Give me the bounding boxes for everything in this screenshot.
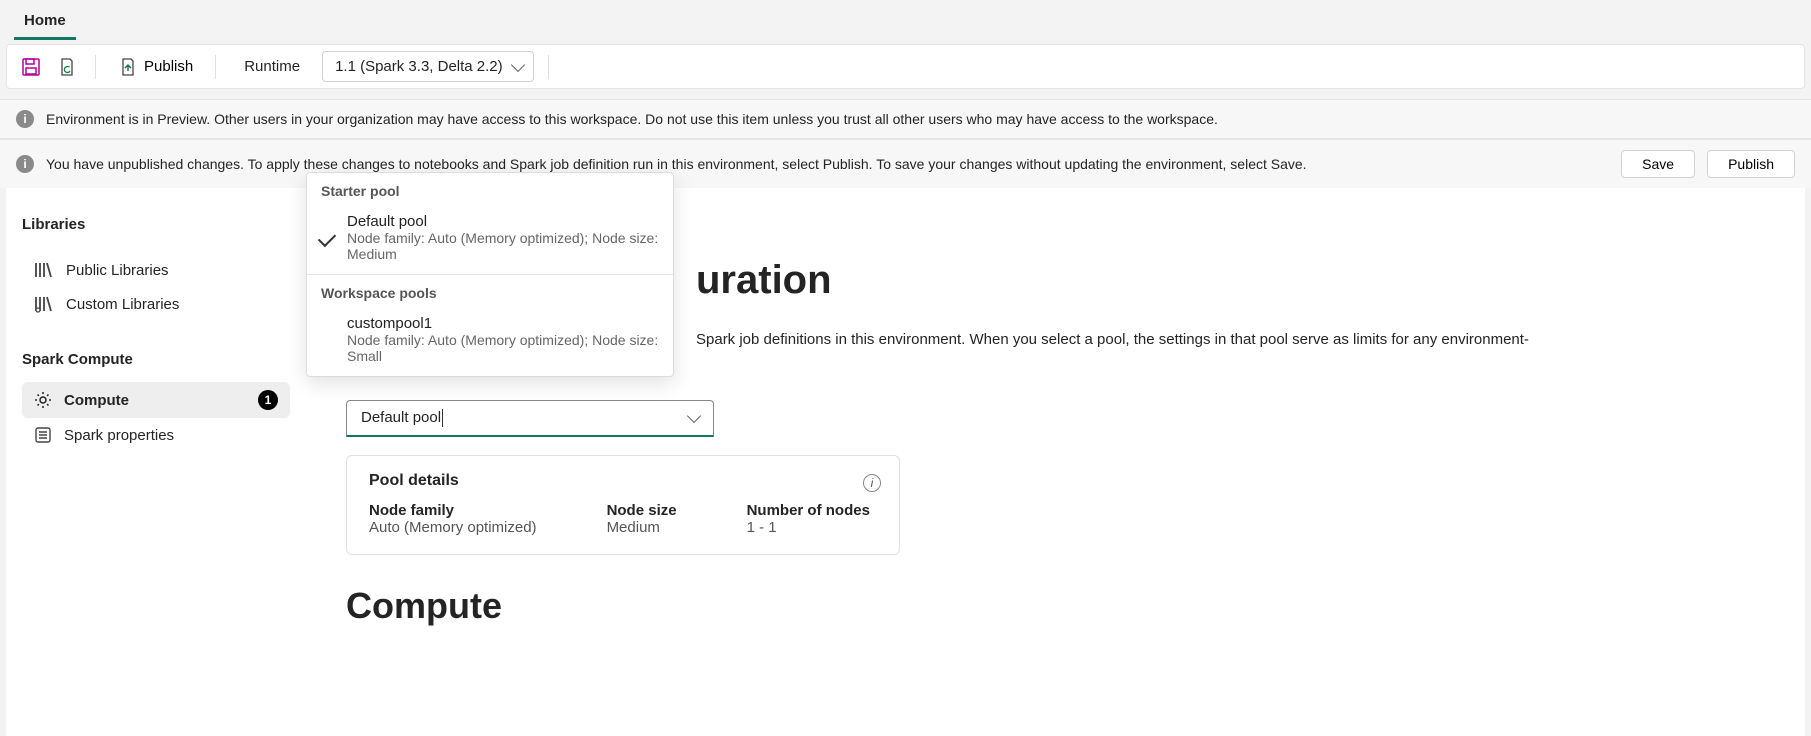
preview-banner: i Environment is in Preview. Other users…	[0, 99, 1811, 139]
dropdown-item-default-pool[interactable]: Default pool Node family: Auto (Memory o…	[307, 205, 673, 274]
runtime-selected-value: 1.1 (Spark 3.3, Delta 2.2)	[335, 58, 503, 75]
page-description: Spark job definitions in this environmen…	[696, 329, 1765, 350]
publish-label: Publish	[144, 58, 193, 75]
dropdown-group-starter: Starter pool	[307, 173, 673, 205]
pool-select-value: Default pool	[361, 409, 441, 426]
check-icon	[318, 229, 336, 247]
dropdown-group-workspace: Workspace pools	[307, 275, 673, 307]
dropdown-item-name: Default pool	[347, 213, 659, 230]
sidebar-heading-libraries: Libraries	[22, 216, 290, 233]
sidebar-item-label: Spark properties	[64, 427, 174, 444]
public-libraries-icon	[34, 261, 54, 279]
detail-node-size: Node size Medium	[607, 502, 677, 536]
publish-toolbar-button[interactable]: Publish	[110, 53, 201, 81]
dropdown-item-custompool1[interactable]: custompool1 Node family: Auto (Memory op…	[307, 307, 673, 376]
sidebar-item-label: Custom Libraries	[66, 296, 179, 313]
tab-home[interactable]: Home	[14, 6, 76, 40]
refresh-doc-button[interactable]	[53, 53, 81, 81]
sidebar-item-label: Compute	[64, 392, 129, 409]
custom-libraries-icon	[34, 295, 54, 313]
pool-dropdown: Starter pool Default pool Node family: A…	[306, 172, 674, 377]
document-refresh-icon	[57, 57, 77, 77]
runtime-label: Runtime	[230, 54, 314, 79]
detail-value: 1 - 1	[747, 519, 870, 536]
detail-node-family: Node family Auto (Memory optimized)	[369, 502, 537, 536]
dropdown-item-name: custompool1	[347, 315, 659, 332]
detail-key: Number of nodes	[747, 502, 870, 519]
sidebar: Libraries Public Libraries Custom Librar…	[6, 188, 306, 736]
runtime-select[interactable]: 1.1 (Spark 3.3, Delta 2.2)	[322, 51, 534, 82]
tab-bar: Home	[0, 0, 1811, 40]
detail-key: Node size	[607, 502, 677, 519]
dropdown-item-sub: Node family: Auto (Memory optimized); No…	[347, 230, 659, 262]
save-icon-button[interactable]	[17, 53, 45, 81]
detail-key: Node family	[369, 502, 537, 519]
publish-button[interactable]: Publish	[1707, 150, 1795, 178]
info-icon: i	[16, 110, 34, 128]
publish-icon	[118, 57, 138, 77]
sidebar-heading-spark-compute: Spark Compute	[22, 351, 290, 368]
page-title: uration	[696, 258, 1765, 303]
preview-banner-text: Environment is in Preview. Other users i…	[46, 111, 1218, 127]
gear-icon	[34, 391, 52, 409]
pool-details-heading: Pool details	[369, 472, 877, 490]
info-icon: i	[16, 155, 34, 173]
properties-icon	[34, 426, 52, 444]
sidebar-item-label: Public Libraries	[66, 262, 169, 279]
dropdown-item-sub: Node family: Auto (Memory optimized); No…	[347, 332, 659, 364]
detail-value: Auto (Memory optimized)	[369, 519, 537, 536]
body: Libraries Public Libraries Custom Librar…	[6, 188, 1805, 736]
save-button[interactable]: Save	[1621, 150, 1695, 178]
detail-num-nodes: Number of nodes 1 - 1	[747, 502, 870, 536]
detail-value: Medium	[607, 519, 677, 536]
toolbar: Publish Runtime 1.1 (Spark 3.3, Delta 2.…	[6, 44, 1805, 89]
unpublished-banner-text: You have unpublished changes. To apply t…	[46, 156, 1307, 172]
sidebar-item-custom-libraries[interactable]: Custom Libraries	[22, 287, 290, 321]
pool-details-card: i Pool details Node family Auto (Memory …	[346, 455, 900, 555]
divider	[215, 55, 216, 79]
text-cursor	[442, 409, 443, 427]
environment-pool-select[interactable]: Default pool	[346, 400, 714, 437]
unpublished-banner: i You have unpublished changes. To apply…	[0, 139, 1811, 188]
compute-badge: 1	[258, 390, 278, 410]
floppy-icon	[21, 57, 41, 77]
divider	[548, 55, 549, 79]
sidebar-item-spark-properties[interactable]: Spark properties	[22, 418, 290, 452]
main-content: Starter pool Default pool Node family: A…	[306, 188, 1805, 736]
divider	[95, 55, 96, 79]
info-icon[interactable]: i	[863, 474, 881, 492]
compute-section-heading: Compute	[346, 585, 1765, 627]
sidebar-item-public-libraries[interactable]: Public Libraries	[22, 253, 290, 287]
sidebar-item-compute[interactable]: Compute 1	[22, 382, 290, 418]
